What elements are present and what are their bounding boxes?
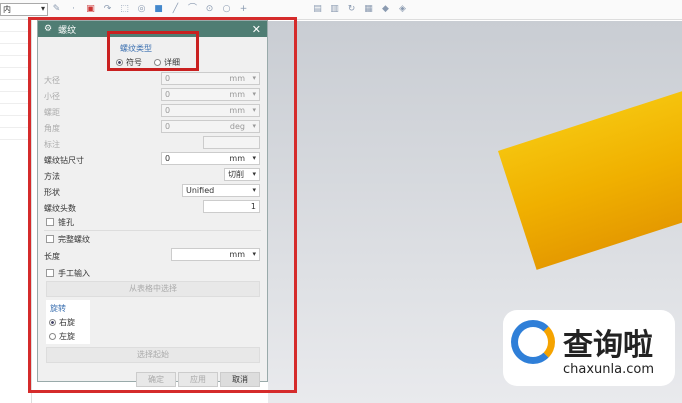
plus-icon[interactable]: + <box>238 4 249 15</box>
point-icon[interactable]: · <box>68 4 79 15</box>
rotate-icon[interactable]: ↻ <box>346 4 357 15</box>
watermark-url: chaxunla.com <box>563 362 654 377</box>
select-icon[interactable]: ▣ <box>85 4 96 15</box>
circle2-icon[interactable]: ○ <box>221 4 232 15</box>
search-icon <box>511 320 555 364</box>
highlight-box <box>28 17 297 393</box>
render-icon[interactable]: ▤ <box>312 4 323 15</box>
box-icon[interactable]: ■ <box>153 4 164 15</box>
filter-combo[interactable]: 内 ▾ <box>0 3 48 16</box>
rect-icon[interactable]: ⬚ <box>119 4 130 15</box>
combo-value: 内 <box>3 5 11 14</box>
sketch-icon[interactable]: ✎ <box>51 4 62 15</box>
shade-icon[interactable]: ▥ <box>329 4 340 15</box>
cube-icon[interactable]: ◈ <box>397 4 408 15</box>
watermark-brand: 查询啦 <box>563 328 653 363</box>
layer-icon[interactable]: ▦ <box>363 4 374 15</box>
cylinder-model[interactable] <box>498 27 682 270</box>
line-icon[interactable]: ╱ <box>170 4 181 15</box>
color-icon[interactable]: ◆ <box>380 4 391 15</box>
view-icon[interactable]: ◎ <box>136 4 147 15</box>
curve-icon[interactable]: ↷ <box>102 4 113 15</box>
watermark-logo: 查询啦 chaxunla.com <box>503 310 675 386</box>
arc-icon[interactable]: ⌒ <box>187 4 198 15</box>
circle-icon[interactable]: ⊙ <box>204 4 215 15</box>
